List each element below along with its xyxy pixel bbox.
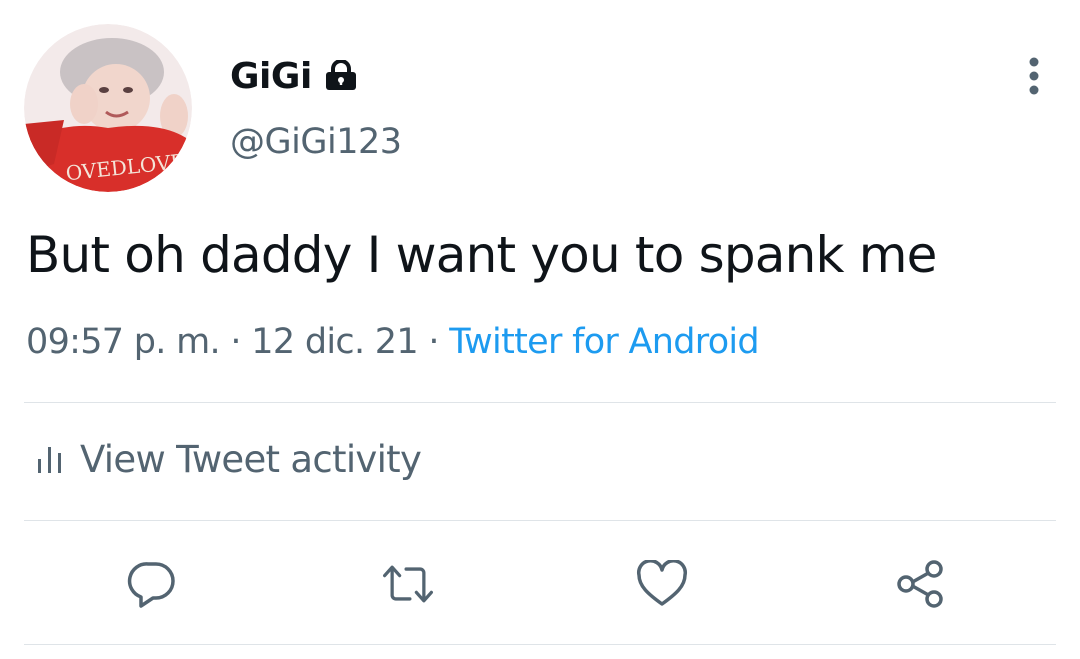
lock-icon xyxy=(324,59,358,94)
share-icon xyxy=(897,560,943,608)
more-vertical-icon xyxy=(1029,57,1039,95)
tweet-text: But oh daddy I want you to spank me xyxy=(26,226,937,284)
avatar[interactable]: OVEDLOVE xyxy=(24,24,192,192)
bar-chart-icon xyxy=(38,446,61,473)
more-options-button[interactable] xyxy=(1014,52,1054,100)
meta-separator: · xyxy=(230,322,241,362)
reply-button[interactable] xyxy=(124,556,180,612)
divider xyxy=(24,520,1056,521)
share-button[interactable] xyxy=(892,556,948,612)
retweet-icon xyxy=(383,565,433,603)
tweet-meta: 09:57 p. m. · 12 dic. 21 · Twitter for A… xyxy=(26,322,760,362)
divider xyxy=(24,402,1056,403)
view-tweet-activity-link[interactable]: View Tweet activity xyxy=(36,438,422,481)
author-name-row: GiGi xyxy=(230,54,358,98)
reply-icon xyxy=(127,562,175,608)
display-name[interactable]: GiGi xyxy=(230,56,312,97)
handle[interactable]: @GiGi123 xyxy=(230,122,402,162)
like-button[interactable] xyxy=(634,556,690,612)
tweet-time[interactable]: 09:57 p. m. xyxy=(26,322,221,362)
retweet-button[interactable] xyxy=(380,556,436,612)
avatar-image: OVEDLOVE xyxy=(24,24,192,192)
meta-separator: · xyxy=(428,322,439,362)
divider xyxy=(24,644,1056,645)
heart-icon xyxy=(636,560,688,606)
tweet-date[interactable]: 12 dic. 21 xyxy=(251,322,418,362)
tweet-source-link[interactable]: Twitter for Android xyxy=(449,322,759,362)
view-tweet-activity-label: View Tweet activity xyxy=(80,438,422,481)
